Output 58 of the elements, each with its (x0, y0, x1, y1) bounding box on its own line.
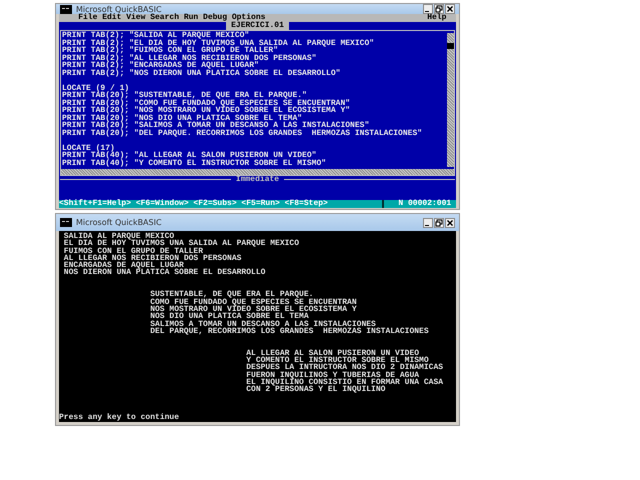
code-line: LOCATE (9 / 1) (62, 84, 130, 92)
code-line: PRINT TAB(20); "SALIMOS A TOMAR UN DESCANSO A LAS INSTALACIONES" (62, 122, 370, 130)
code-line: PRINT TAB(20); "NOS DIO UNA PLATICA SOBRE EL TEMA" (62, 114, 302, 122)
code-line: PRINT TAB(20); "SUSTENTABLE, DE QUE ERA EL PARQUE." (62, 92, 307, 100)
output-line: AL LLEGAR AL SALON PUSIERON UN VIDEO (246, 350, 420, 358)
vertical-scrollbar[interactable] (447, 33, 454, 167)
code-line: PRINT TAB(2); "NOS DIERON UNA PLATICA SOBRE EL DESARROLLO" (62, 70, 342, 77)
continue-prompt: Press any key to continue (59, 414, 180, 422)
menu-item[interactable]: Help (427, 14, 446, 22)
menu-item[interactable]: Run (184, 14, 198, 22)
code-line: PRINT TAB(2); "ENCARGADAS DE AQUEL LUGAR" (62, 62, 259, 70)
output-line: EL INQUILINO CONSISTIO EN FORMAR UNA CASA (246, 378, 444, 386)
menu-item[interactable]: Debug (203, 14, 228, 22)
output-line: NOS MOSTRARO UN VIDEO SOBRE EL ECOSISTEMA Y (150, 306, 358, 314)
code-line: PRINT TAB(2); "FUIMOS CON EL GRUPO DE TALLER" (62, 47, 278, 54)
output-line: SALIMOS A TOMAR UN DESCANSO A LAS INSTALACIONES (150, 320, 376, 328)
output-line: NOS DIO UNA PLATICA SOBRE EL TEMA (150, 313, 310, 321)
code-line: LOCATE (17) (62, 144, 115, 152)
code-line: PRINT TAB(20); "COMO FUE FUNDADO QUE ESPECIES SE ENCUENTRAN" (62, 100, 352, 107)
window-title: Microsoft QuickBASIC (76, 4, 162, 14)
output-line: AL LLEGAR NOS RECIBIERON DOS PERSONAS (64, 254, 242, 262)
output-line: EL DIA DE HOY TUVIMOS UNA SALIDA AL PARQUE MEXICO (64, 240, 300, 248)
code-line: PRINT TAB(2); "EL DIA DE HOY TUVIMOS UNA SALIDA AL PARQUE MEXICO" (62, 40, 376, 47)
output-line: DESPUES LA INTRUCTORA NOS DIO 2 DINAMICAS (246, 364, 444, 372)
output-line: FUERON INQUILINOS Y TUBERIAS DE AGUA (246, 372, 420, 379)
code-editor[interactable] (60, 30, 455, 176)
menu-item[interactable]: File (78, 14, 98, 22)
close-icon[interactable] (445, 4, 455, 14)
shortcut-hints: <Shift+F1=Help> <F6=Window> <F2=Subs> <F5=Run> <F8=Step> (59, 200, 329, 208)
minimize-icon[interactable] (423, 218, 433, 228)
output-line: SUSTENTABLE, DE QUE ERA EL PARQUE. (150, 291, 314, 299)
output-line: COMO FUE FUNDADO QUE ESPECIES SE ENCUENTRAN (150, 298, 358, 306)
output-line: FUIMOS CON EL GRUPO DE TALLER (64, 248, 204, 255)
menu-item[interactable]: Options (232, 14, 266, 22)
output-line: NOS DIERON UNA PLATICA SOBRE EL DESARROLLO (64, 269, 266, 277)
minimize-icon[interactable] (423, 4, 433, 14)
output-line: Y COMENTO EL INSTRUCTOR SOBRE EL MISMO (246, 357, 429, 364)
horizontal-scrollbar[interactable] (61, 169, 454, 175)
menu-item[interactable]: Search (150, 14, 180, 22)
output-line: SALIDA AL PARQUE MEXICO (64, 233, 174, 240)
output-line: CON 2 PERSONAS Y EL INQUILINO (246, 386, 386, 394)
code-line: PRINT TAB(40); "AL LLEGAR AL SALON PUSIERON UN VIDEO" (62, 152, 316, 160)
console-icon (60, 218, 72, 227)
output-line: DEL PARQUE, RECORRIMOS LOS GRANDES HERMOZAS INSTALACIONES (150, 328, 430, 336)
code-line: PRINT TAB(2); "SALIDA AL PARQUE MEXICO" (62, 32, 250, 40)
pane-title: Immediate (231, 176, 284, 184)
menu-item[interactable]: View (126, 14, 146, 22)
restore-icon[interactable] (434, 218, 444, 228)
window-title: Microsoft QuickBASIC (76, 218, 162, 227)
cursor-position: N 00002:001 (382, 200, 456, 208)
close-icon[interactable] (445, 218, 455, 228)
menu-item[interactable]: Edit (102, 14, 122, 22)
restore-icon[interactable] (434, 4, 444, 14)
code-line: PRINT TAB(20); "DEL PARQUE. RECORRIMOS LOS GRANDES HERMOZAS INSTALACIONES" (62, 130, 424, 137)
code-line: PRINT TAB(2); "AL LLEGAR NOS RECIBIERON DOS PERSONAS" (62, 54, 318, 62)
code-line: PRINT TAB(40); "Y COMENTO EL INSTRUCTOR SOBRE EL MISMO" (62, 160, 328, 167)
code-line: PRINT TAB(20); "NOS MOSTRARO UN VIDEO SOBRE EL ECOSISTEMA Y" (62, 107, 352, 114)
output-line: ENCARGADAS DE AQUEL LUGAR (64, 262, 184, 270)
